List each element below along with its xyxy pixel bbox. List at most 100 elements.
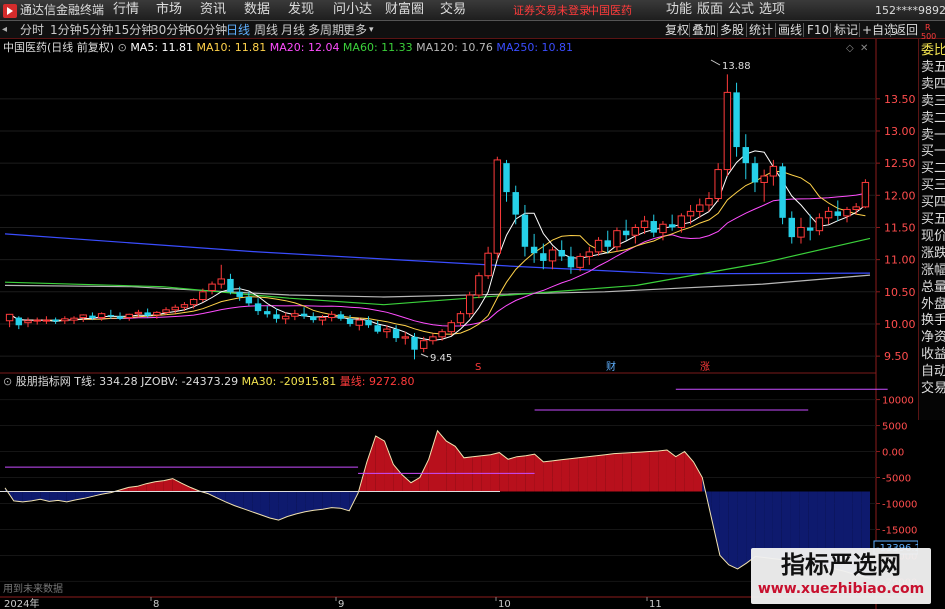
sidebar-item[interactable]: 涨幅: [921, 263, 945, 278]
indicator-area-segment: [587, 455, 597, 492]
indicator-area-segment: [622, 452, 632, 492]
sidebar-item[interactable]: 总量: [921, 280, 945, 295]
sidebar-item[interactable]: 卖三: [921, 94, 945, 109]
x-axis-year: 2024年: [4, 597, 39, 609]
indicator-area-segment: [675, 451, 685, 492]
button-mark[interactable]: 标记: [834, 22, 858, 38]
indicator-toggle-icon[interactable]: ⊙: [3, 375, 12, 388]
indicator-area-segment: [614, 453, 623, 492]
button-draw-line[interactable]: 画线: [778, 22, 802, 38]
divider: [830, 23, 831, 37]
sidebar-item[interactable]: 卖五: [921, 60, 945, 75]
sidebar-item[interactable]: 收益: [921, 347, 945, 362]
candle-body-up: [585, 251, 594, 257]
more-dropdown-icon[interactable]: ▾: [369, 22, 374, 38]
menu-item-formula[interactable]: 公式: [728, 2, 754, 18]
sidebar-item[interactable]: 买二: [921, 161, 945, 176]
sidebar-item[interactable]: 卖二: [921, 111, 945, 126]
candle-body-up: [180, 304, 189, 308]
menu-item-trade[interactable]: 交易: [440, 2, 466, 18]
sidebar-item[interactable]: 买五: [921, 212, 945, 227]
divider: [803, 23, 804, 37]
candle: [733, 82, 740, 157]
candle-body-up: [153, 311, 161, 316]
indicator-area-segment: [155, 480, 164, 492]
candle-body-down: [558, 249, 565, 257]
period-tab-intraday[interactable]: 分时: [20, 22, 44, 38]
period-tab-multi[interactable]: 多周期: [308, 22, 344, 38]
button-f10[interactable]: F10: [807, 22, 829, 38]
indicator-ma30: MA30: -20915.81: [241, 375, 337, 388]
candle-body-down: [264, 311, 271, 315]
candle-body-down: [742, 147, 749, 164]
menu-item-news[interactable]: 资讯: [200, 2, 226, 18]
candle-body-up: [613, 230, 621, 248]
sidebar-item[interactable]: 委比: [921, 43, 945, 58]
menu-item-discover[interactable]: 发现: [288, 2, 314, 18]
menu-item-quotes[interactable]: 行情: [113, 2, 139, 18]
app-logo-icon: [3, 4, 17, 18]
chart-area[interactable]: 13.50 13.00 12.50 12.00 11.50 11.00 10.50 10.00…: [0, 39, 918, 609]
indicator-volume-line: 量线: 9272.80: [339, 375, 415, 388]
sidebar-item[interactable]: 卖四: [921, 77, 945, 92]
sidebar-item[interactable]: 买四: [921, 195, 945, 210]
sidebar-top-500: 500: [921, 32, 937, 41]
legend-toggle-icon[interactable]: ⊙: [118, 41, 127, 54]
sidebar-item[interactable]: 买三: [921, 178, 945, 193]
indicator-area-segment: [446, 441, 456, 492]
candle-body-down: [668, 224, 676, 228]
candle-body-up: [42, 319, 51, 322]
candle-body-down: [779, 166, 786, 218]
right-sidebar: R 500 委比 卖五 卖四 卖三 卖二 卖一 买一 买二 买三 买四 买五 现价 涨跌 涨幅 总量 外盘 换手…: [918, 23, 945, 420]
sidebar-item[interactable]: 涨跌: [921, 246, 945, 261]
menu-item-function[interactable]: 功能: [666, 2, 692, 18]
sidebar-item[interactable]: 卖一: [921, 128, 945, 143]
sidebar-item[interactable]: 自动: [921, 364, 945, 379]
candle-body-up: [677, 215, 686, 228]
period-tab-1min[interactable]: 1分钟: [50, 22, 82, 38]
period-tab-more[interactable]: 更多: [343, 22, 367, 38]
sidebar-item[interactable]: 外盘: [921, 297, 945, 312]
indicator-area-segment: [737, 491, 747, 569]
button-statistics[interactable]: 统计: [749, 22, 773, 38]
button-adjust[interactable]: 复权: [665, 22, 689, 38]
toolbar-collapse-icon[interactable]: ◂: [2, 22, 7, 38]
period-tab-5min[interactable]: 5分钟: [82, 22, 114, 38]
sidebar-item[interactable]: 买一: [921, 144, 945, 159]
candle-body-up: [714, 169, 722, 200]
candle-body-up: [705, 198, 713, 206]
trade-login-notice[interactable]: 证券交易未登录: [513, 3, 590, 19]
period-tab-monthly[interactable]: 月线: [281, 22, 305, 38]
button-multi-stock[interactable]: 多股: [720, 22, 744, 38]
menu-item-options[interactable]: 选项: [759, 2, 785, 18]
ma-legend-item: MA10: 11.81: [193, 41, 267, 54]
user-account[interactable]: 152****9892: [875, 3, 945, 19]
menu-item-data[interactable]: 数据: [244, 2, 270, 18]
menu-item-assistant[interactable]: 问小达: [333, 2, 372, 18]
period-tab-15min[interactable]: 15分钟: [114, 22, 153, 38]
candle-body-up: [797, 226, 805, 238]
sidebar-item[interactable]: 交易: [921, 381, 945, 396]
menu-item-layout[interactable]: 版面: [697, 2, 723, 18]
candle-body-up: [429, 336, 437, 342]
sidebar-item[interactable]: 净资: [921, 330, 945, 345]
candle-body-up: [659, 223, 667, 234]
period-tab-30min[interactable]: 30分钟: [151, 22, 190, 38]
sidebar-item[interactable]: 换手: [921, 313, 945, 328]
candle-body-up: [208, 283, 216, 292]
menu-item-market[interactable]: 市场: [156, 2, 182, 18]
candle-body-down: [273, 314, 280, 319]
period-tab-60min[interactable]: 60分钟: [188, 22, 227, 38]
price-tick-label: 12.00: [884, 189, 916, 202]
button-overlay[interactable]: 叠加: [692, 22, 716, 38]
period-tab-weekly[interactable]: 周线: [254, 22, 278, 38]
menu-item-wealth-circle[interactable]: 财富圈: [385, 2, 424, 18]
candle-body-down: [236, 291, 243, 297]
period-tab-daily[interactable]: 日线: [226, 22, 250, 38]
candle: [475, 272, 483, 299]
button-back[interactable]: 返回: [894, 22, 918, 38]
ma-legend-item: MA20: 12.04: [266, 41, 340, 54]
candle-body-down: [107, 314, 115, 317]
price-tick-label: 11.50: [884, 221, 916, 234]
sidebar-item[interactable]: 现价: [921, 229, 945, 244]
